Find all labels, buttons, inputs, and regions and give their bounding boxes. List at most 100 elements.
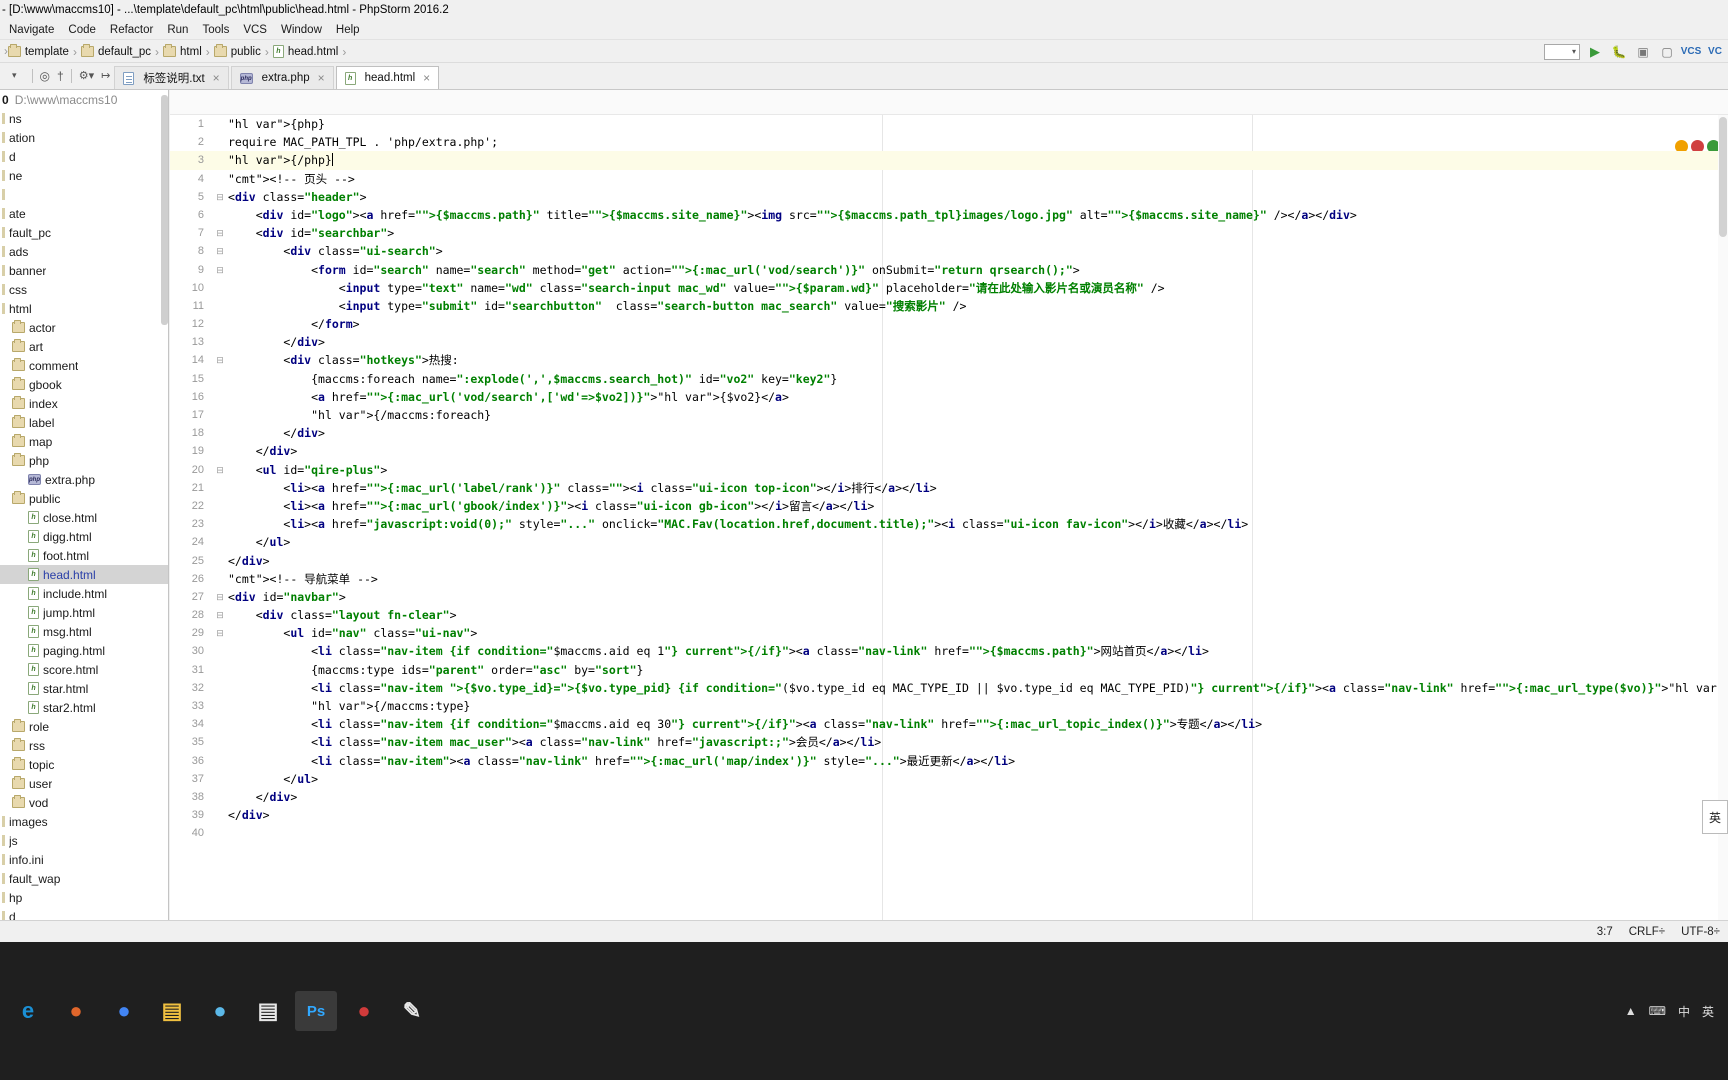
close-icon[interactable]: ×: [423, 71, 430, 85]
tree-item-hp[interactable]: hp: [0, 888, 168, 907]
menu-bar[interactable]: Navigate Code Refactor Run Tools VCS Win…: [0, 20, 1728, 40]
menu-run[interactable]: Run: [160, 22, 195, 38]
tree-item-paging-html[interactable]: h paging.html: [0, 641, 168, 660]
code-line[interactable]: 27 ⊟ <div id="navbar">: [170, 588, 1728, 606]
tree-item-public[interactable]: public: [0, 489, 168, 508]
code-line[interactable]: 28 ⊟ <div class="layout fn-clear">: [170, 606, 1728, 624]
tree-item-d[interactable]: d: [0, 907, 168, 920]
code-line[interactable]: 14 ⊟ <div class="hotkeys">热搜:: [170, 351, 1728, 369]
tree-item-jump-html[interactable]: h jump.html: [0, 603, 168, 622]
code-line[interactable]: 21 <li><a href="">{:mac_url('label/rank'…: [170, 479, 1728, 497]
tree-item-fault-wap[interactable]: fault_wap: [0, 869, 168, 888]
breadcrumb-item-template[interactable]: template ›: [7, 44, 81, 59]
code-line[interactable]: 10 <input type="text" name="wd" class="s…: [170, 279, 1728, 297]
menu-vcs[interactable]: VCS: [236, 22, 274, 38]
code-line[interactable]: 33 "hl var">{/maccms:type}: [170, 697, 1728, 715]
notepad-icon[interactable]: ▤: [247, 991, 289, 1031]
tree-item-msg-html[interactable]: h msg.html: [0, 622, 168, 641]
breadcrumb-item-default-pc[interactable]: default_pc ›: [80, 44, 163, 59]
code-line[interactable]: 22 <li><a href="">{:mac_url('gbook/index…: [170, 497, 1728, 515]
tree-item-head-html[interactable]: h head.html: [0, 565, 168, 584]
tree-item-gbook[interactable]: gbook: [0, 375, 168, 394]
code-line[interactable]: 6 <div id="logo"><a href="">{$maccms.pat…: [170, 206, 1728, 224]
code-line[interactable]: 12 </form>: [170, 315, 1728, 333]
menu-tools[interactable]: Tools: [195, 22, 236, 38]
code-line[interactable]: 36 <li class="nav-item"><a class="nav-li…: [170, 752, 1728, 770]
photoshop-icon[interactable]: Ps: [295, 991, 337, 1031]
firefox-icon[interactable]: ●: [55, 991, 97, 1031]
tab-head-html[interactable]: h head.html ×: [335, 66, 440, 89]
code-line[interactable]: 18 </div>: [170, 424, 1728, 442]
tree-item-ne[interactable]: ne: [0, 166, 168, 185]
tab-extra-php[interactable]: php extra.php ×: [230, 66, 334, 89]
tree-item-role[interactable]: role: [0, 717, 168, 736]
fold-toggle-icon[interactable]: ⊟: [215, 351, 225, 369]
fold-toggle-icon[interactable]: ⊟: [215, 606, 225, 624]
tree-item-images[interactable]: images: [0, 812, 168, 831]
tree-item-star2-html[interactable]: h star2.html: [0, 698, 168, 717]
chrome-icon[interactable]: ●: [103, 991, 145, 1031]
code-line[interactable]: 20 ⊟ <ul id="qire-plus">: [170, 461, 1728, 479]
tree-item-ads[interactable]: ads: [0, 242, 168, 261]
tree-item-star-html[interactable]: h star.html: [0, 679, 168, 698]
debug-button[interactable]: 🐛: [1610, 44, 1628, 60]
code-line[interactable]: 3 "hl var">{/php}: [170, 151, 1728, 170]
tab-标签说明-txt[interactable]: 标签说明.txt ×: [114, 66, 229, 89]
tree-item-php[interactable]: php: [0, 451, 168, 470]
locate-file-icon[interactable]: ◎: [40, 69, 50, 83]
code-line[interactable]: 38 </div>: [170, 788, 1728, 806]
sidebar-scrollbar-thumb[interactable]: [161, 95, 168, 325]
code-line[interactable]: 9 ⊟ <form id="search" name="search" metho…: [170, 261, 1728, 279]
tree-item-blank[interactable]: [0, 185, 168, 204]
menu-code[interactable]: Code: [61, 22, 103, 38]
code-line[interactable]: 24 </ul>: [170, 533, 1728, 551]
code-line[interactable]: 5 ⊟ <div class="header">: [170, 188, 1728, 206]
editor-icon[interactable]: ✎: [391, 991, 433, 1031]
tree-item-topic[interactable]: topic: [0, 755, 168, 774]
code-line[interactable]: 11 <input type="submit" id="searchbutton…: [170, 297, 1728, 315]
tree-item-banner[interactable]: banner: [0, 261, 168, 280]
caret-position[interactable]: 3:7: [1597, 926, 1613, 938]
tray-item[interactable]: ⌨: [1649, 1004, 1666, 1018]
tree-item-digg-html[interactable]: h digg.html: [0, 527, 168, 546]
tree-item-ate[interactable]: ate: [0, 204, 168, 223]
fold-toggle-icon[interactable]: ⊟: [215, 261, 225, 279]
code-line[interactable]: 2 require MAC_PATH_TPL . 'php/extra.php';: [170, 133, 1728, 151]
line-separator[interactable]: CRLF÷: [1629, 926, 1665, 938]
tree-item-map[interactable]: map: [0, 432, 168, 451]
editor-scrollbar-thumb[interactable]: [1719, 117, 1727, 237]
code-line[interactable]: 8 ⊟ <div class="ui-search">: [170, 242, 1728, 260]
tree-item-ation[interactable]: ation: [0, 128, 168, 147]
tray-item[interactable]: 中: [1678, 1003, 1690, 1020]
code-line[interactable]: 34 <li class="nav-item {if condition="$m…: [170, 715, 1728, 733]
code-line[interactable]: 31 {maccms:type ids="parent" order="asc"…: [170, 661, 1728, 679]
tree-item-user[interactable]: user: [0, 774, 168, 793]
code-line[interactable]: 1 "hl var">{php}: [170, 115, 1728, 133]
tree-item-comment[interactable]: comment: [0, 356, 168, 375]
code-line[interactable]: 39 </div>: [170, 806, 1728, 824]
vcs-update-button[interactable]: VCS: [1681, 44, 1702, 60]
menu-refactor[interactable]: Refactor: [103, 22, 160, 38]
tree-root[interactable]: 0 D:\www\maccms10: [0, 90, 168, 109]
tree-item-art[interactable]: art: [0, 337, 168, 356]
tree-item-js[interactable]: js: [0, 831, 168, 850]
fold-toggle-icon[interactable]: ⊟: [215, 588, 225, 606]
code-lines[interactable]: 1 "hl var">{php} 2 require MAC_PATH_TPL . '…: [170, 115, 1728, 920]
code-line[interactable]: 29 ⊟ <ul id="nav" class="ui-nav">: [170, 624, 1728, 642]
close-icon[interactable]: ×: [318, 71, 325, 85]
code-line[interactable]: 26 "cmt"><!-- 导航菜单 -->: [170, 570, 1728, 588]
tree-item-label[interactable]: label: [0, 413, 168, 432]
profile-button[interactable]: ▢: [1658, 44, 1676, 60]
code-line[interactable]: 17 "hl var">{/maccms:foreach}: [170, 406, 1728, 424]
code-line[interactable]: 32 <li class="nav-item ">{$vo.type_id}="…: [170, 679, 1728, 697]
tree-item-vod[interactable]: vod: [0, 793, 168, 812]
code-line[interactable]: 25 </div>: [170, 552, 1728, 570]
file-encoding[interactable]: UTF-8÷: [1681, 926, 1720, 938]
code-line[interactable]: 19 </div>: [170, 442, 1728, 460]
close-icon[interactable]: ×: [213, 71, 220, 85]
code-line[interactable]: 23 <li><a href="javascript:void(0);" sty…: [170, 515, 1728, 533]
fold-toggle-icon[interactable]: ⊟: [215, 188, 225, 206]
edge-icon[interactable]: e: [7, 991, 49, 1031]
tree-item-css[interactable]: css: [0, 280, 168, 299]
breadcrumb-item-public[interactable]: public ›: [213, 44, 273, 59]
